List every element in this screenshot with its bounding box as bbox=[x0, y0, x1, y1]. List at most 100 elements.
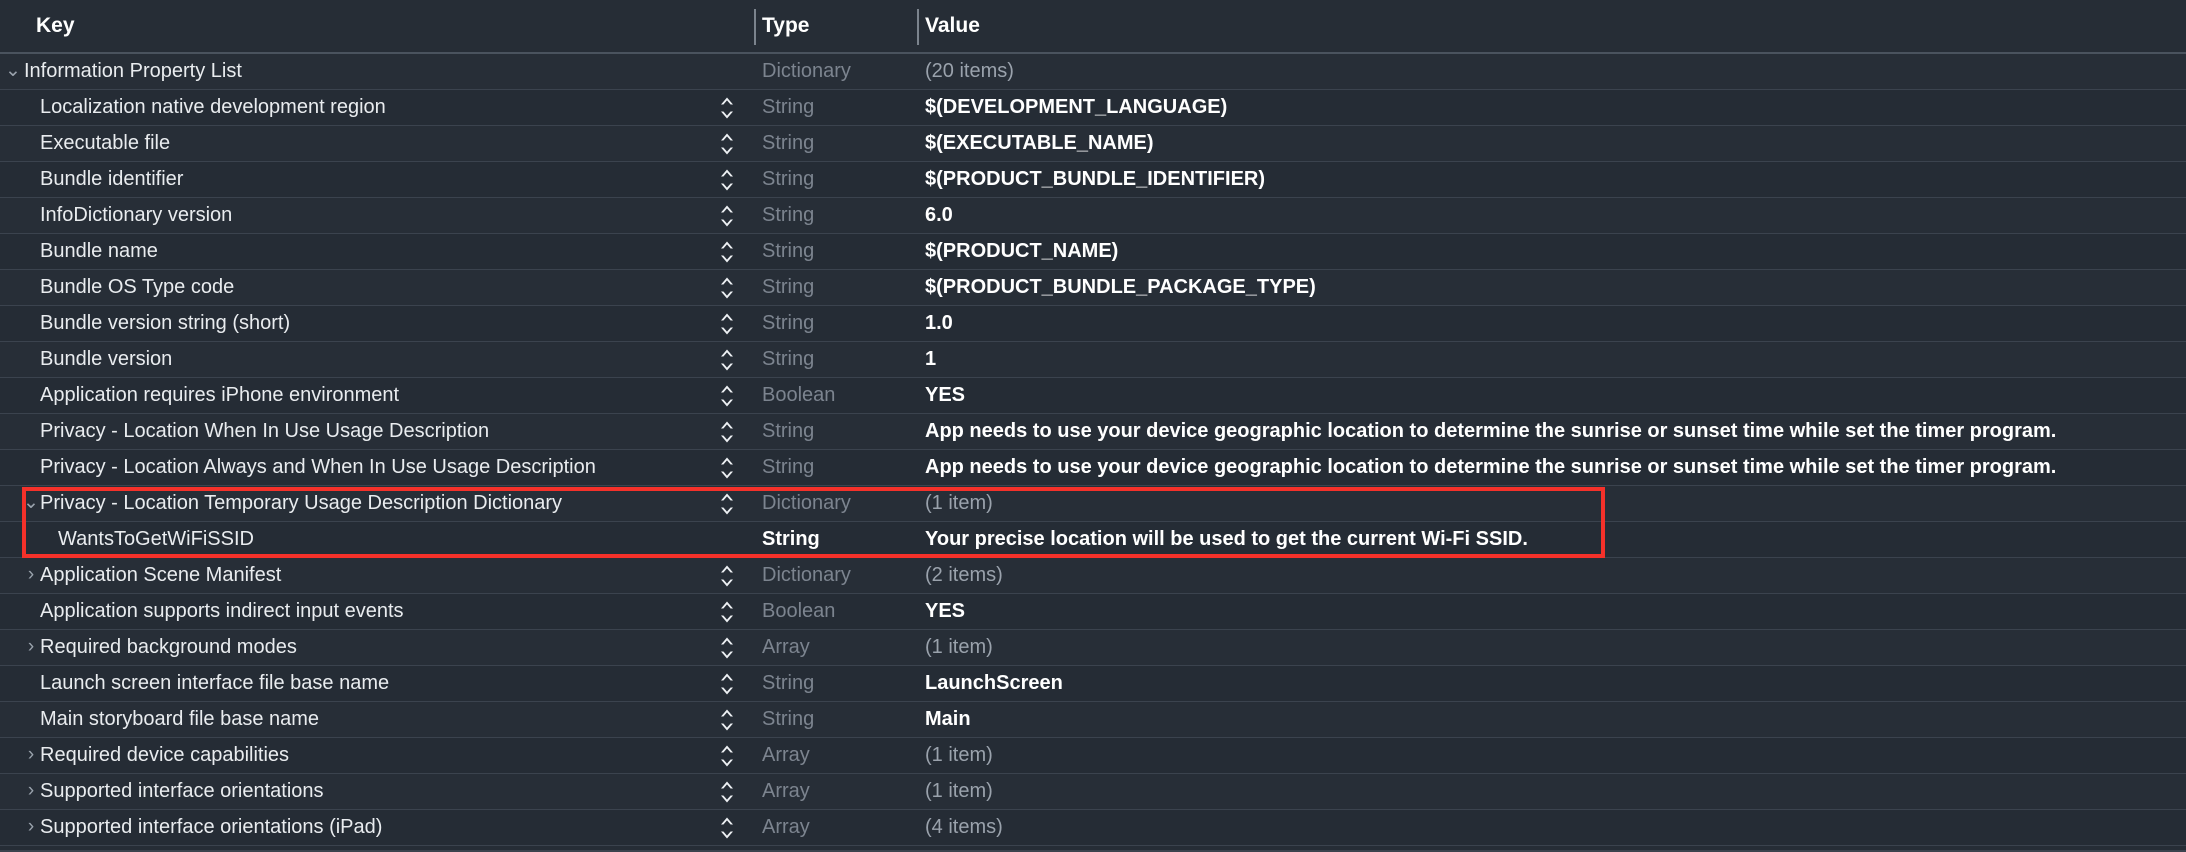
row-type-cell[interactable]: String bbox=[762, 198, 912, 233]
table-row[interactable]: › Application Scene Manifest Dictionary (2 … bbox=[0, 558, 2186, 594]
row-value-cell[interactable]: 1 bbox=[925, 342, 2182, 377]
row-value-cell[interactable]: $(DEVELOPMENT_LANGUAGE) bbox=[925, 90, 2182, 125]
row-value-cell[interactable]: YES bbox=[925, 378, 2182, 413]
stepper-up-down-icon[interactable] bbox=[714, 558, 740, 593]
row-value-cell[interactable]: Your precise location will be used to ge… bbox=[925, 522, 2182, 557]
stepper-up-down-icon[interactable] bbox=[714, 414, 740, 449]
stepper-up-down-icon[interactable] bbox=[714, 630, 740, 665]
table-row[interactable]: Localization native development region St… bbox=[0, 90, 2186, 126]
row-value-cell[interactable]: App needs to use your device geographic … bbox=[925, 450, 2182, 485]
stepper-up-down-icon[interactable] bbox=[714, 234, 740, 269]
table-row[interactable]: Bundle version string (short) String 1.0 bbox=[0, 306, 2186, 342]
column-header-type[interactable]: Type bbox=[762, 0, 809, 52]
stepper-up-down-icon[interactable] bbox=[714, 198, 740, 233]
row-value-cell[interactable]: (1 item) bbox=[925, 738, 2182, 773]
stepper-up-down-icon[interactable] bbox=[714, 486, 740, 521]
chevron-down-icon[interactable]: ⌄ bbox=[2, 54, 24, 89]
table-row[interactable]: Main storyboard file base name String Main bbox=[0, 702, 2186, 738]
table-row[interactable]: Bundle version String 1 bbox=[0, 342, 2186, 378]
stepper-up-down-icon[interactable] bbox=[714, 594, 740, 629]
stepper-up-down-icon[interactable] bbox=[714, 810, 740, 845]
row-type-cell[interactable]: Dictionary bbox=[762, 558, 912, 593]
table-row[interactable]: Bundle OS Type code String $(PRODUCT_BUNDL… bbox=[0, 270, 2186, 306]
row-value-cell[interactable]: (2 items) bbox=[925, 558, 2182, 593]
row-type-cell[interactable]: Dictionary bbox=[762, 54, 912, 89]
row-type-cell[interactable]: String bbox=[762, 666, 912, 701]
row-type-cell[interactable]: String bbox=[762, 234, 912, 269]
row-key-label: Application Scene Manifest bbox=[40, 564, 282, 586]
table-row[interactable]: Privacy - Location Always and When In Us… bbox=[0, 450, 2186, 486]
table-row[interactable]: Application requires iPhone environment B… bbox=[0, 378, 2186, 414]
table-row[interactable]: › Supported interface orientations (iPad)… bbox=[0, 810, 2186, 846]
table-row[interactable]: › Supported interface orientations Array (1… bbox=[0, 774, 2186, 810]
chevron-right-icon[interactable]: › bbox=[20, 774, 42, 809]
table-row[interactable]: › Required background modes Array (1 item) bbox=[0, 630, 2186, 666]
row-value-cell[interactable]: $(EXECUTABLE_NAME) bbox=[925, 126, 2182, 161]
row-type-cell[interactable]: Dictionary bbox=[762, 486, 912, 521]
table-row[interactable]: Application supports indirect input even… bbox=[0, 594, 2186, 630]
chevron-down-icon[interactable]: ⌄ bbox=[20, 486, 42, 521]
row-type-cell[interactable]: Array bbox=[762, 630, 912, 665]
stepper-up-down-icon[interactable] bbox=[714, 378, 740, 413]
row-key-label: WantsToGetWiFiSSID bbox=[58, 528, 254, 550]
row-type-cell[interactable]: String bbox=[762, 126, 912, 161]
row-value-cell[interactable]: $(PRODUCT_BUNDLE_PACKAGE_TYPE) bbox=[925, 270, 2182, 305]
row-type-cell[interactable]: String bbox=[762, 522, 912, 557]
row-type-cell[interactable]: String bbox=[762, 306, 912, 341]
row-type-cell[interactable]: String bbox=[762, 702, 912, 737]
row-type-cell[interactable]: String bbox=[762, 450, 912, 485]
row-type-cell[interactable]: String bbox=[762, 414, 912, 449]
chevron-right-icon[interactable]: › bbox=[20, 630, 42, 665]
stepper-up-down-icon[interactable] bbox=[714, 90, 740, 125]
table-row[interactable]: Bundle identifier String $(PRODUCT_BUNDLE_… bbox=[0, 162, 2186, 198]
column-divider-value[interactable] bbox=[917, 9, 919, 45]
stepper-up-down-icon[interactable] bbox=[714, 450, 740, 485]
table-row[interactable]: Launch screen interface file base name St… bbox=[0, 666, 2186, 702]
stepper-up-down-icon[interactable] bbox=[714, 666, 740, 701]
table-row[interactable]: ⌄ Privacy - Location Temporary Usage Desc… bbox=[0, 486, 2186, 522]
column-divider-type[interactable] bbox=[754, 9, 756, 45]
column-header-value[interactable]: Value bbox=[925, 0, 980, 52]
row-value-cell[interactable]: 6.0 bbox=[925, 198, 2182, 233]
stepper-up-down-icon[interactable] bbox=[714, 342, 740, 377]
table-row[interactable]: ⌄ Information Property List Dictionary (20 … bbox=[0, 54, 2186, 90]
row-value-cell[interactable]: (1 item) bbox=[925, 630, 2182, 665]
stepper-up-down-icon[interactable] bbox=[714, 306, 740, 341]
row-type-cell[interactable]: Boolean bbox=[762, 378, 912, 413]
table-row[interactable]: WantsToGetWiFiSSID String Your precise loc… bbox=[0, 522, 2186, 558]
row-value-cell[interactable]: (4 items) bbox=[925, 810, 2182, 845]
stepper-up-down-icon[interactable] bbox=[714, 162, 740, 197]
stepper-up-down-icon[interactable] bbox=[714, 270, 740, 305]
row-value-cell[interactable]: (20 items) bbox=[925, 54, 2182, 89]
row-value-cell[interactable]: (1 item) bbox=[925, 774, 2182, 809]
stepper-up-down-icon[interactable] bbox=[714, 774, 740, 809]
column-header-key[interactable]: Key bbox=[36, 0, 75, 52]
row-type-cell[interactable]: Array bbox=[762, 774, 912, 809]
row-value-cell[interactable]: (1 item) bbox=[925, 486, 2182, 521]
row-value-cell[interactable]: App needs to use your device geographic … bbox=[925, 414, 2182, 449]
row-type-cell[interactable]: String bbox=[762, 162, 912, 197]
stepper-up-down-icon[interactable] bbox=[714, 702, 740, 737]
row-value-cell[interactable]: $(PRODUCT_BUNDLE_IDENTIFIER) bbox=[925, 162, 2182, 197]
row-value-cell[interactable]: $(PRODUCT_NAME) bbox=[925, 234, 2182, 269]
table-row[interactable]: Privacy - Location When In Use Usage Des… bbox=[0, 414, 2186, 450]
chevron-right-icon[interactable]: › bbox=[20, 558, 42, 593]
stepper-up-down-icon[interactable] bbox=[714, 126, 740, 161]
table-row[interactable]: InfoDictionary version String 6.0 bbox=[0, 198, 2186, 234]
row-type-cell[interactable]: String bbox=[762, 342, 912, 377]
row-value-cell[interactable]: LaunchScreen bbox=[925, 666, 2182, 701]
row-type-cell[interactable]: Boolean bbox=[762, 594, 912, 629]
row-value-cell[interactable]: Main bbox=[925, 702, 2182, 737]
row-type-cell[interactable]: Array bbox=[762, 810, 912, 845]
table-row[interactable]: › Required device capabilities Array (1 ite… bbox=[0, 738, 2186, 774]
table-row[interactable]: Executable file String $(EXECUTABLE_NAME) bbox=[0, 126, 2186, 162]
row-type-cell[interactable]: String bbox=[762, 270, 912, 305]
row-value-cell[interactable]: YES bbox=[925, 594, 2182, 629]
row-value-cell[interactable]: 1.0 bbox=[925, 306, 2182, 341]
row-type-cell[interactable]: String bbox=[762, 90, 912, 125]
table-row[interactable]: Bundle name String $(PRODUCT_NAME) bbox=[0, 234, 2186, 270]
chevron-right-icon[interactable]: › bbox=[20, 810, 42, 845]
row-type-cell[interactable]: Array bbox=[762, 738, 912, 773]
chevron-right-icon[interactable]: › bbox=[20, 738, 42, 773]
stepper-up-down-icon[interactable] bbox=[714, 738, 740, 773]
